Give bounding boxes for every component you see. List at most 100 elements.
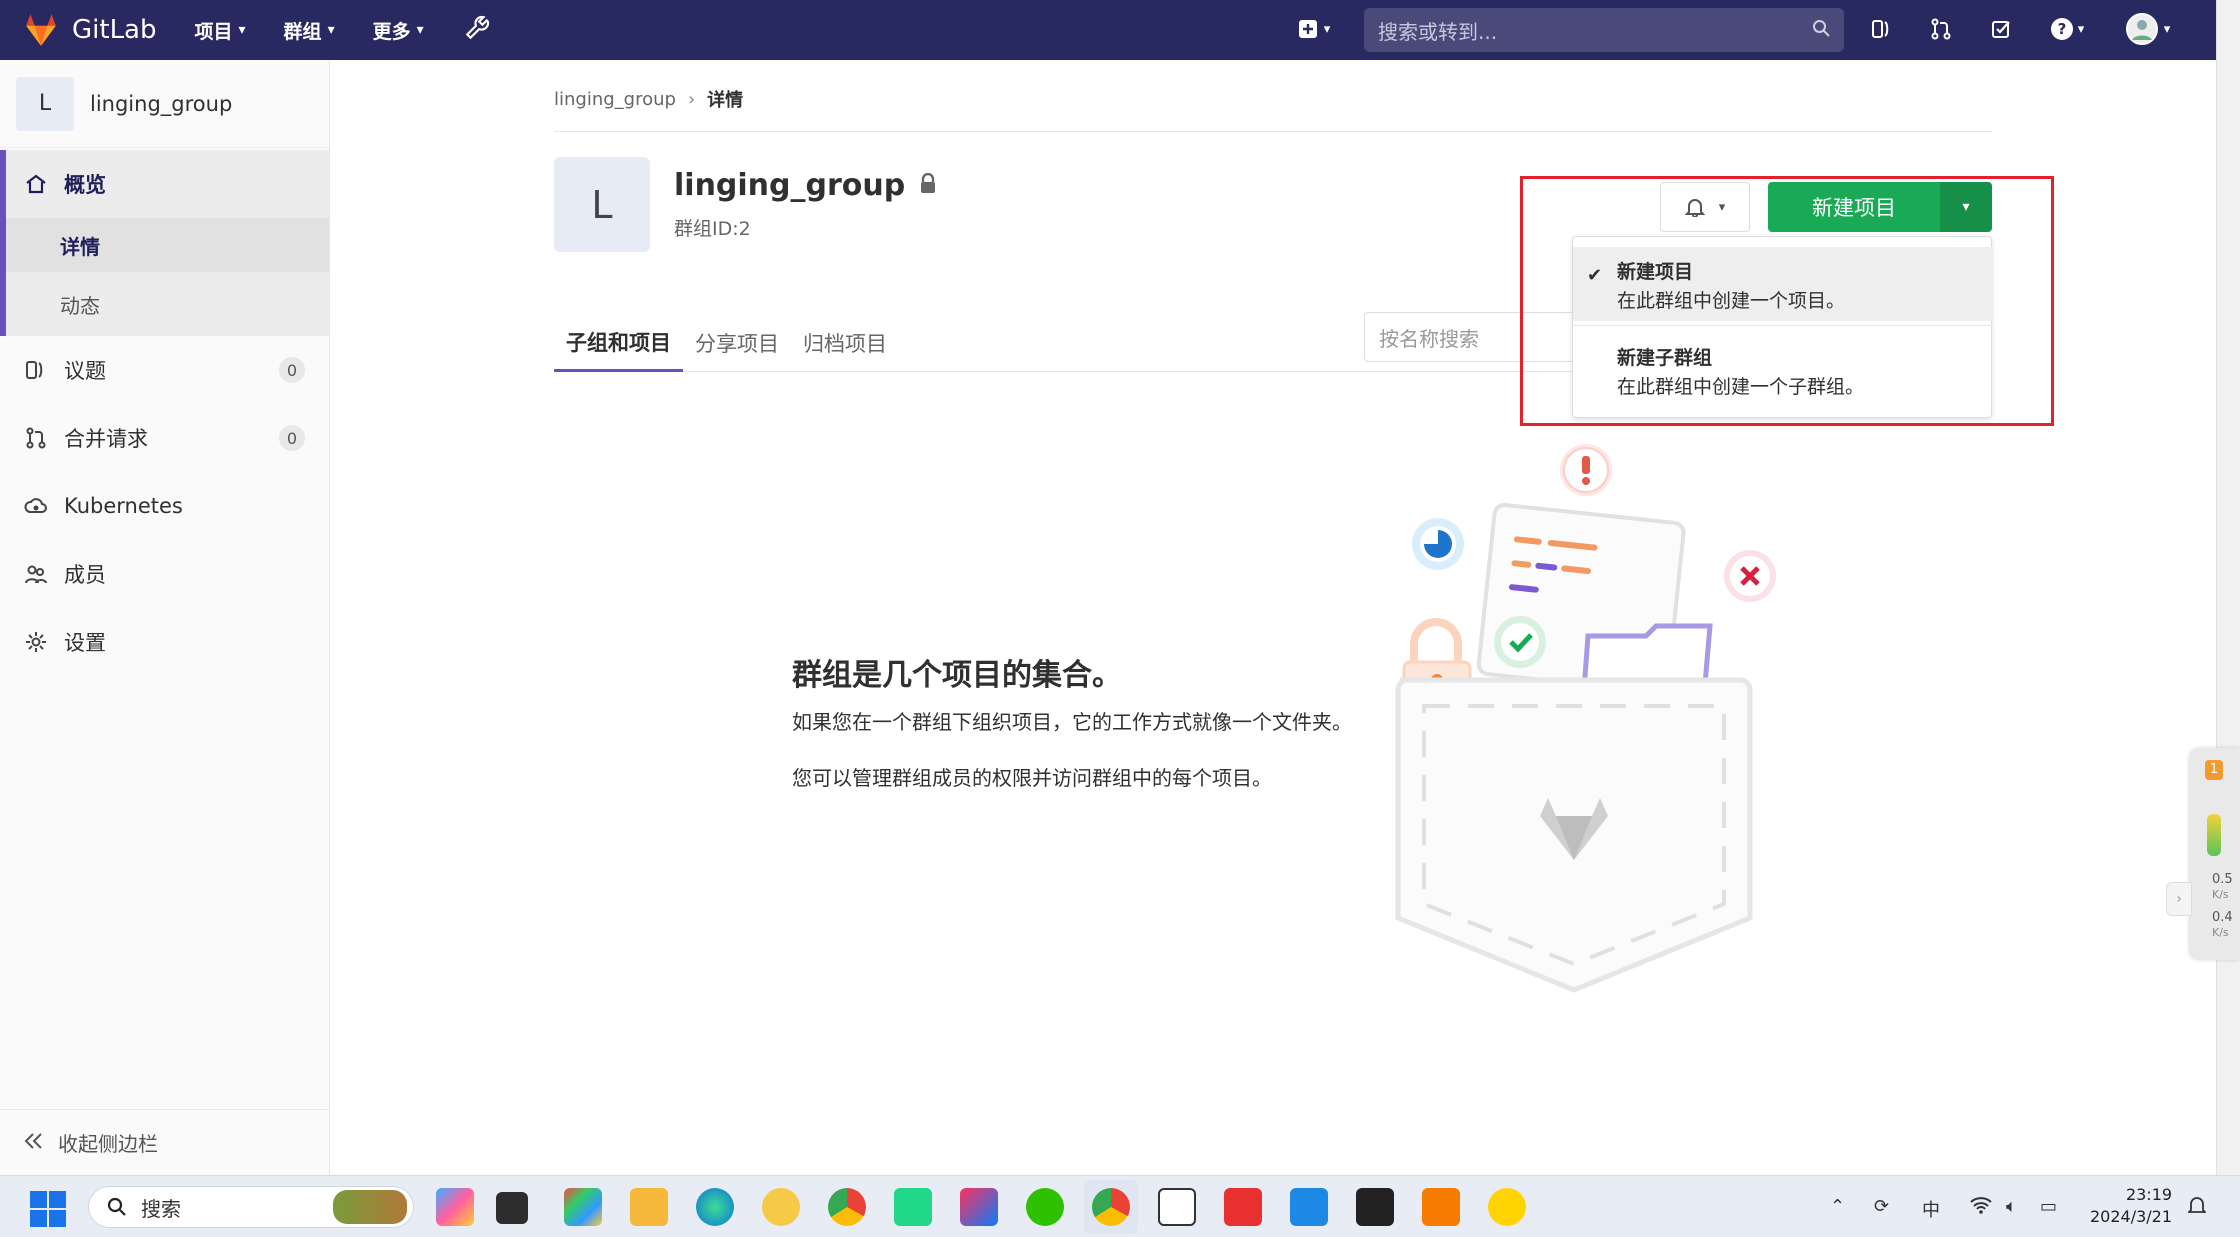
group-avatar: L [554,157,650,252]
sidebar-overview-section: 概览 详情 动态 [0,150,329,336]
clock-date: 2024/3/21 [2090,1207,2173,1226]
user-menu[interactable]: ▾ [2120,13,2176,45]
sidebar-subitem-activity[interactable]: 动态 [6,272,329,336]
sidebar-group-name: linging_group [90,91,233,116]
pycharm-icon[interactable] [894,1188,932,1226]
chevron-down-icon: ▾ [327,22,335,38]
sidebar-item-issues[interactable]: 议题 0 [0,336,329,404]
sync-icon[interactable]: ⟳ [1874,1196,1889,1217]
breadcrumb: linging_group › 详情 [554,86,743,112]
battery-icon[interactable]: ▭ [2040,1196,2057,1217]
music-app-icon[interactable] [1488,1188,1526,1226]
taskbar-search-label: 搜索 [141,1196,181,1221]
sidebar-item-merge-requests[interactable]: 合并请求 0 [0,404,329,472]
input-method-indicator[interactable]: 中 [1922,1196,1940,1222]
collapse-sidebar-button[interactable]: 收起侧边栏 [0,1109,330,1175]
issues-icon[interactable] [1866,14,1896,44]
windows-taskbar: 搜索 ⌃ ⟳ 中 🔈︎ ▭ 23:19 2024/3/21 [0,1175,2240,1237]
global-search-input[interactable]: 搜索或转到... [1364,8,1844,52]
widgets-app-icon[interactable] [564,1188,602,1226]
count-badge: 0 [279,425,305,451]
users-icon [22,563,50,585]
terminal-icon[interactable] [1356,1188,1394,1226]
home-icon [22,173,50,195]
sidebar-item-label: 议题 [64,359,106,383]
chevron-up-icon[interactable]: ⌃ [1830,1196,1845,1217]
sidebar-item-label: 合并请求 [64,427,148,451]
count-badge: 0 [279,357,305,383]
gitlab-logo-icon [26,14,56,46]
group-id: 群组ID:2 [674,218,751,240]
chevron-down-icon: ▾ [416,22,424,38]
merge-request-icon [22,427,50,449]
sidebar-item-kubernetes[interactable]: Kubernetes [0,472,329,540]
sidebar: L linging_group 概览 详情 动态 议题 0 合并请求 0 Kub… [0,60,330,1175]
expand-widget-handle[interactable]: › [2166,882,2192,916]
copilot-app-icon[interactable] [436,1188,474,1226]
chrome-browser-icon[interactable] [828,1188,866,1226]
page-title: linging_group [674,168,937,203]
user-avatar [2125,13,2158,45]
chevron-down-icon: ▾ [238,22,246,38]
typora-icon[interactable] [1158,1188,1196,1226]
cloud-gear-icon [22,495,50,517]
sidebar-group-header[interactable]: L linging_group [0,60,329,148]
upload-unit: K/s [2212,888,2229,901]
merge-requests-icon[interactable] [1926,14,1956,44]
wechat-icon[interactable] [1026,1188,1064,1226]
nav-projects-menu[interactable]: 项目 ▾ [195,17,246,44]
intellij-icon[interactable] [960,1188,998,1226]
tab-shared-projects[interactable]: 分享项目 [683,314,791,372]
search-highlight-image [333,1190,407,1224]
notification-bell-icon[interactable] [2186,1196,2208,1221]
page-scrollbar[interactable] [2216,0,2240,1175]
tab-archived-projects[interactable]: 归档项目 [791,314,899,372]
chevron-down-icon: ▾ [1323,21,1331,37]
edge-browser-icon[interactable] [696,1188,734,1226]
app-icon[interactable] [1422,1188,1460,1226]
tab-subgroups-and-projects[interactable]: 子组和项目 [554,314,683,372]
lock-icon [919,168,937,203]
filter-placeholder: 按名称搜索 [1379,326,1479,351]
search-placeholder: 搜索或转到... [1378,19,1498,44]
sidebar-item-overview[interactable]: 概览 [6,150,329,218]
breadcrumb-group-link[interactable]: linging_group [554,89,676,110]
volume-icon[interactable]: 🔈︎ [2006,1196,2017,1217]
chevron-right-icon: › [687,88,696,110]
divider [554,131,1992,132]
double-chevron-left-icon [24,1131,44,1155]
sidebar-item-members[interactable]: 成员 [0,540,329,608]
create-new-menu[interactable]: ▾ [1290,14,1338,44]
network-speed-widget[interactable]: 1 0.5 K/s 0.4 K/s [2190,748,2240,960]
download-speed: 0.4 [2212,910,2233,925]
wifi-icon[interactable] [1970,1196,1992,1219]
nav-groups-menu[interactable]: 群组 ▾ [284,17,335,44]
nav-more-menu[interactable]: 更多 ▾ [373,17,424,44]
todos-icon[interactable] [1986,14,2016,44]
chrome-browser-active-icon[interactable] [1092,1188,1130,1226]
brand-name: GitLab [72,15,157,45]
nav-groups-label: 群组 [283,20,322,43]
help-menu[interactable]: ? ▾ [2040,14,2094,44]
wps-icon[interactable] [1224,1188,1262,1226]
taskbar-search[interactable]: 搜索 [88,1186,414,1228]
sidebar-item-settings[interactable]: 设置 [0,608,329,676]
admin-wrench-icon[interactable] [464,15,490,45]
sidebar-subitem-details[interactable]: 详情 [6,218,329,272]
file-explorer-icon[interactable] [630,1188,668,1226]
upload-speed: 0.5 [2212,872,2233,887]
app-icon[interactable] [1290,1188,1328,1226]
gear-icon [22,630,50,654]
usage-gauge [2207,814,2221,856]
app-icon[interactable] [762,1188,800,1226]
windows-start-icon[interactable] [30,1191,66,1227]
task-view-icon[interactable] [496,1192,528,1224]
search-icon [107,1197,126,1216]
chevron-down-icon: ▾ [2163,21,2171,37]
gitlab-home-link[interactable]: GitLab [22,13,157,47]
svg-text:?: ? [2057,20,2066,38]
download-unit: K/s [2212,926,2229,939]
system-clock[interactable]: 23:19 2024/3/21 [2090,1184,2172,1228]
sidebar-item-label: 成员 [64,563,106,587]
breadcrumb-current: 详情 [707,90,744,111]
